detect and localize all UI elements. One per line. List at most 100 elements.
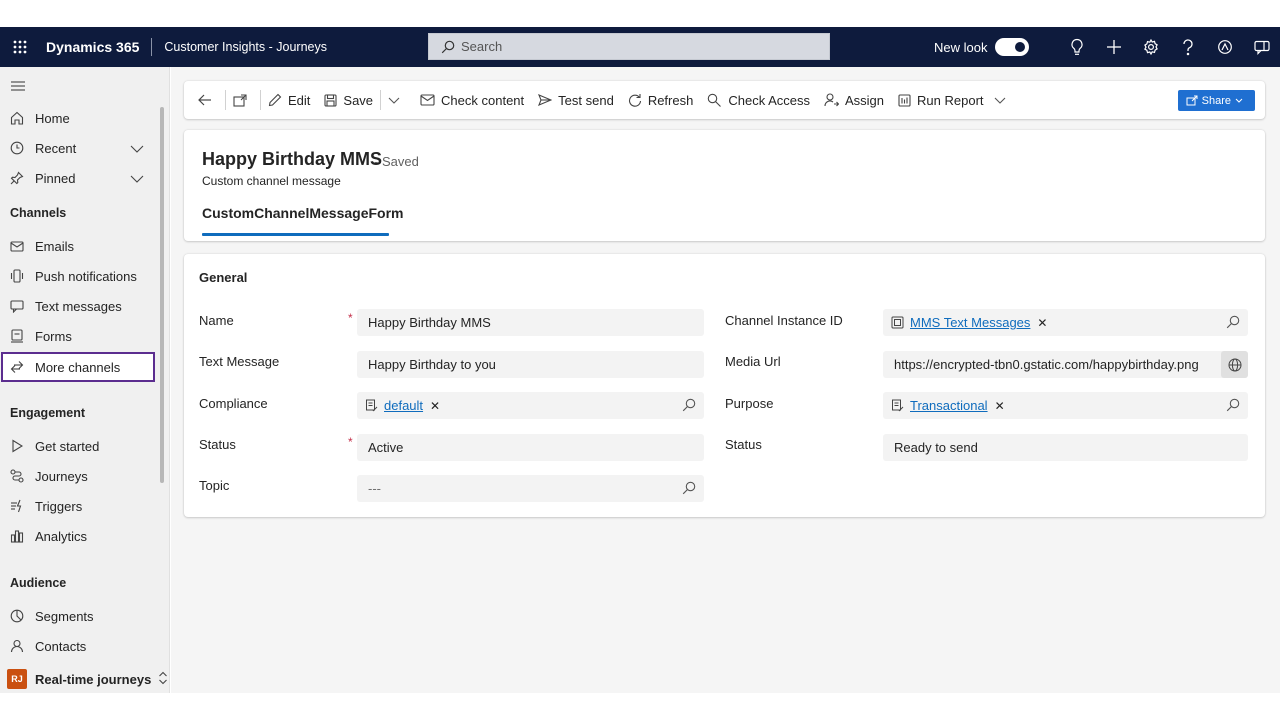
new-look-toggle[interactable]: New look: [934, 27, 1030, 67]
hamburger-menu-icon[interactable]: [10, 79, 26, 97]
search-icon[interactable]: [682, 481, 696, 495]
channel-instance-icon: [891, 316, 904, 329]
globe-icon[interactable]: [1221, 351, 1248, 378]
media-url-field[interactable]: https://encrypted-tbn0.gstatic.com/happy…: [883, 351, 1248, 378]
record-save-status: - Saved: [374, 154, 419, 169]
app-name[interactable]: Customer Insights - Journeys: [164, 40, 327, 54]
purpose-link[interactable]: Transactional: [910, 398, 988, 413]
report-icon: [898, 93, 911, 107]
refresh-button[interactable]: Refresh: [621, 81, 701, 119]
record-title: Happy Birthday MMS: [202, 149, 383, 169]
search-icon[interactable]: [1226, 315, 1240, 329]
area-badge: RJ: [7, 669, 27, 689]
sidebar-item-pinned[interactable]: Pinned: [0, 164, 160, 192]
sidebar-item-recent[interactable]: Recent: [0, 134, 160, 162]
divider: [151, 38, 153, 56]
toggle-switch[interactable]: [995, 38, 1030, 56]
tab-custom-channel-message-form[interactable]: CustomChannelMessageForm: [202, 205, 403, 221]
area-switcher[interactable]: RJ Real-time journeys: [0, 664, 170, 694]
command-bar: Edit Save Check content Test send Refres…: [184, 81, 1265, 119]
remove-icon[interactable]: ✕: [430, 399, 440, 413]
journey-icon: [9, 469, 25, 483]
chevron-down-icon[interactable]: [130, 171, 144, 186]
search-icon[interactable]: [682, 398, 696, 412]
sidebar-item-more-channels[interactable]: More channels: [0, 353, 160, 381]
chevron-down-icon[interactable]: [994, 97, 1006, 104]
remove-icon[interactable]: ✕: [995, 399, 1005, 413]
share-button[interactable]: Share: [1177, 90, 1255, 111]
compliance-link[interactable]: default: [384, 398, 423, 413]
sidebar-item-triggers[interactable]: Triggers: [0, 492, 160, 520]
chat-icon[interactable]: [1243, 27, 1280, 67]
topic-label: Topic: [199, 478, 230, 493]
run-report-button[interactable]: Run Report: [891, 81, 1018, 119]
test-send-button[interactable]: Test send: [531, 81, 621, 119]
channels-icon: [9, 360, 25, 374]
compliance-lookup[interactable]: default ✕: [357, 392, 704, 419]
plus-icon[interactable]: [1095, 27, 1132, 67]
back-button[interactable]: [184, 81, 225, 119]
help-icon[interactable]: [1169, 27, 1206, 67]
message-icon: [9, 299, 25, 313]
status-reason-field[interactable]: Ready to send: [883, 434, 1248, 461]
sidebar-section-engagement: Engagement: [10, 406, 86, 420]
sidebar-item-label: Pinned: [35, 170, 76, 186]
chevron-down-icon[interactable]: [130, 141, 144, 156]
run-report-label: Run Report: [917, 92, 984, 108]
record-icon: [892, 399, 904, 412]
sidebar-item-journeys[interactable]: Journeys: [0, 462, 160, 490]
sidebar-item-push-notifications[interactable]: Push notifications: [0, 262, 160, 290]
sidebar-item-label: Text messages: [35, 298, 122, 314]
chevron-down-icon: [388, 97, 400, 104]
check-content-button[interactable]: Check content: [413, 81, 531, 119]
brand-title[interactable]: Dynamics 365: [46, 39, 139, 55]
save-button[interactable]: Save: [317, 81, 380, 119]
app-launcher-icon[interactable]: [2, 27, 38, 67]
status-field[interactable]: Active: [357, 434, 704, 461]
remove-icon[interactable]: ✕: [1037, 316, 1047, 330]
media-url-label: Media Url: [725, 354, 781, 369]
sidebar-item-get-started[interactable]: Get started: [0, 432, 160, 460]
required-indicator: *: [348, 311, 353, 325]
sidebar-item-analytics[interactable]: Analytics: [0, 522, 160, 550]
name-field[interactable]: Happy Birthday MMS: [357, 309, 704, 336]
sidebar-item-contacts[interactable]: Contacts: [0, 632, 160, 660]
required-indicator: *: [348, 435, 353, 449]
save-options-dropdown[interactable]: [381, 81, 413, 119]
channel-instance-label: Channel Instance ID: [725, 313, 843, 328]
main-content: Edit Save Check content Test send Refres…: [171, 67, 1280, 693]
check-access-button[interactable]: Check Access: [700, 81, 817, 119]
top-bar: Dynamics 365 Customer Insights - Journey…: [0, 27, 1280, 67]
search-input[interactable]: Search: [428, 33, 830, 60]
status-label: Status: [199, 437, 236, 452]
sidebar-item-segments[interactable]: Segments: [0, 602, 160, 630]
assign-button[interactable]: Assign: [817, 81, 891, 119]
channel-instance-link[interactable]: MMS Text Messages: [910, 315, 1030, 330]
trigger-icon: [9, 499, 25, 513]
topic-lookup[interactable]: ---: [357, 475, 704, 502]
sidebar-item-text-messages[interactable]: Text messages: [0, 292, 160, 320]
sidebar-item-label: Segments: [35, 608, 94, 624]
gear-icon[interactable]: [1132, 27, 1169, 67]
general-section: General Name * Happy Birthday MMS Text M…: [184, 254, 1265, 517]
sidebar-item-forms[interactable]: Forms: [0, 322, 160, 350]
sidebar-item-home[interactable]: Home: [0, 104, 160, 132]
record-icon: [366, 399, 378, 412]
share-icon: [1186, 95, 1198, 106]
copilot-icon[interactable]: [1206, 27, 1243, 67]
sidebar-item-label: Analytics: [35, 528, 88, 544]
search-icon[interactable]: [1226, 398, 1240, 412]
channel-instance-lookup[interactable]: MMS Text Messages ✕: [883, 309, 1248, 336]
sidebar-scrollbar[interactable]: [160, 107, 164, 483]
check-content-label: Check content: [441, 92, 525, 108]
pin-icon: [9, 171, 25, 185]
lightbulb-icon[interactable]: [1058, 27, 1095, 67]
text-message-field[interactable]: Happy Birthday to you: [357, 351, 704, 378]
open-new-window-button[interactable]: [226, 81, 260, 119]
status-reason-value: Ready to send: [894, 440, 978, 455]
person-icon: [9, 639, 25, 653]
sidebar-item-emails[interactable]: Emails: [0, 232, 160, 260]
analytics-icon: [9, 529, 25, 543]
purpose-lookup[interactable]: Transactional ✕: [883, 392, 1248, 419]
edit-button[interactable]: Edit: [261, 81, 317, 119]
